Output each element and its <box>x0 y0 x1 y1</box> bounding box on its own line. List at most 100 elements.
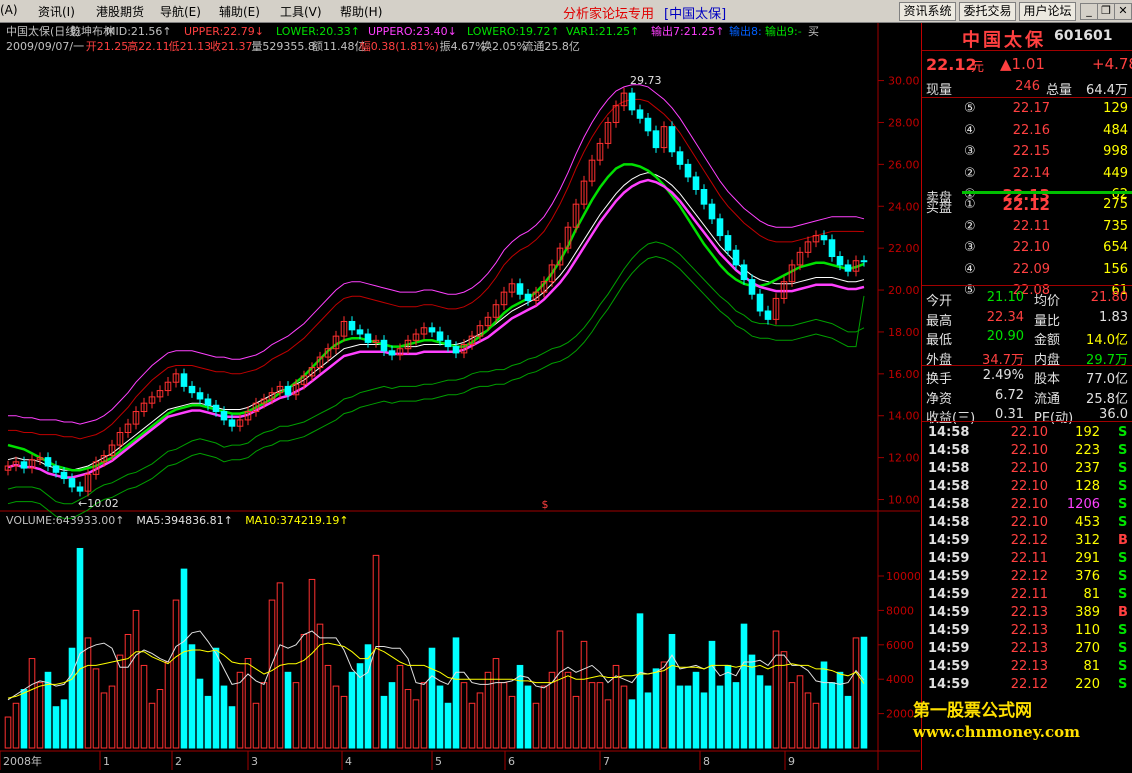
volume-bar <box>732 682 740 749</box>
user-forum-button[interactable]: 用户论坛 <box>1019 2 1076 21</box>
ask-row: ② 22.14 449 <box>922 165 1132 183</box>
price-change-pct: +4.78 <box>1092 55 1132 73</box>
price-tick-label: 30.00 <box>888 75 920 88</box>
candle-body <box>748 279 756 295</box>
candle-body <box>68 478 76 488</box>
candle-body <box>444 339 452 348</box>
info-system-button[interactable]: 资讯系统 <box>899 2 956 21</box>
stat-row: 外盘 34.7万 内盘 29.7万 <box>922 348 1132 368</box>
volume-bar <box>380 695 388 749</box>
tick-row: 14:59 22.13 81 S <box>922 658 1132 676</box>
volume-bar <box>228 706 236 749</box>
trade-button[interactable]: 委托交易 <box>959 2 1016 21</box>
volume-bar <box>116 654 124 749</box>
tick-row: 14:58 22.10 128 S <box>922 478 1132 496</box>
bid-volume: 654 <box>1103 240 1128 256</box>
signal-marker: $ <box>542 498 549 511</box>
stock-name: 中国太保 <box>962 30 1046 51</box>
panel-divider <box>922 421 1132 422</box>
tick-price: 22.11 <box>1010 587 1048 602</box>
menu-item-news[interactable]: 资讯(I) <box>38 3 75 20</box>
volume-bar <box>76 547 84 749</box>
menu-item-a[interactable]: (A) <box>0 3 18 17</box>
ask-volume: 129 <box>1103 101 1128 116</box>
menu-item-tools[interactable]: 工具(V) <box>280 3 322 20</box>
volume-bar <box>308 578 316 749</box>
menu-bar: (A) 资讯(I) 港股期货 导航(E) 辅助(E) 工具(V) 帮助(H) 分… <box>0 0 1132 23</box>
tick-volume: 81 <box>1083 659 1100 674</box>
volume-bar <box>660 661 668 749</box>
volume-bar <box>364 644 372 749</box>
candle-body <box>628 92 636 111</box>
stat-value: 20.90 <box>986 329 1024 344</box>
bid-ask-divider <box>962 191 1132 194</box>
volume-bar <box>220 685 228 749</box>
volume-bar <box>468 702 476 749</box>
stat-label: 换手 <box>926 372 953 387</box>
last-price-row: 22.12元 ▲1.01 +4.78 <box>922 55 1132 75</box>
tick-row: 14:59 22.12 312 B <box>922 532 1132 550</box>
volume-bar <box>524 685 532 749</box>
price-tick-label: 20.00 <box>888 284 920 297</box>
restore-icon[interactable]: ❐ <box>1097 3 1115 20</box>
tick-price: 22.10 <box>1010 479 1048 494</box>
bid-price: 22.12 <box>1002 196 1050 214</box>
tick-row: 14:58 22.10 453 S <box>922 514 1132 532</box>
candle-body <box>188 385 196 394</box>
volume-bar <box>716 685 724 749</box>
candle-body <box>452 346 460 354</box>
volume-bar <box>708 640 716 749</box>
candle-body <box>668 126 676 153</box>
tick-price: 22.12 <box>1010 569 1048 584</box>
volume-bar <box>420 682 428 749</box>
tick-flag: S <box>1118 551 1128 566</box>
minimize-icon[interactable]: _ <box>1080 3 1098 20</box>
indicator-header-11: 买 <box>808 25 819 38</box>
tick-flag: S <box>1118 515 1128 530</box>
tick-volume: 223 <box>1075 443 1100 458</box>
menu-item-help[interactable]: 帮助(H) <box>340 3 382 20</box>
menu-item-hk-futures[interactable]: 港股期货 <box>96 3 144 20</box>
quote-header-3: 低21.13 <box>169 40 212 53</box>
kline-chart-area[interactable]: 中国太保(日线) 乾坤布林 MID:21.56↑ UPPER:22.79↓ LOWER:… <box>0 23 921 770</box>
volume-bar <box>348 671 356 749</box>
stat-value: 77.0亿 <box>1086 372 1128 387</box>
stat-value: 25.8亿 <box>1086 391 1128 407</box>
volume-bar <box>100 692 108 749</box>
volume-bar <box>580 640 588 749</box>
ask-price: 22.15 <box>1012 144 1050 160</box>
price-tick-label: 22.00 <box>888 242 920 255</box>
tick-volume: 81 <box>1083 587 1100 602</box>
quote-header-2: 高22.11 <box>127 39 170 53</box>
quote-header-0: 2009/09/07/一 <box>6 40 84 53</box>
date-tick-label: 8 <box>703 755 710 768</box>
tick-volume: 291 <box>1075 551 1100 566</box>
stat-row: 最低 20.90 金额 14.0亿 <box>922 328 1132 348</box>
indicator-line-lower <box>7 241 865 505</box>
stat-label: 最低 <box>926 333 953 348</box>
ask-level: ⑤ <box>964 101 976 116</box>
candle-body <box>60 471 68 480</box>
volume-bar <box>68 647 76 749</box>
menu-item-navigate[interactable]: 导航(E) <box>160 3 201 20</box>
volume-bar <box>828 682 836 749</box>
volume-bar <box>292 682 300 749</box>
quote-header-6: 额11.48亿 <box>312 40 366 53</box>
candle-body <box>524 293 532 302</box>
indicator-header-9: 输出8: <box>729 24 762 38</box>
date-tick-label: 3 <box>251 755 258 768</box>
stat-row: 今开 21.10 均价 21.80 <box>922 289 1132 309</box>
volume-bar <box>436 685 444 749</box>
price-tick-label: 14.00 <box>888 410 920 423</box>
volume-bar <box>844 695 852 749</box>
volume-bar <box>212 647 220 749</box>
stat-value: 6.72 <box>995 387 1024 403</box>
indicator-header-10: 输出9:- <box>765 24 802 38</box>
quote-header-10: 流通25.8亿 <box>522 39 580 53</box>
volume-bar <box>332 685 340 749</box>
tick-row: 14:58 22.10 1206 S <box>922 496 1132 514</box>
close-icon[interactable]: ✕ <box>1114 3 1132 20</box>
menu-item-assist[interactable]: 辅助(E) <box>219 3 260 20</box>
volume-bar <box>236 671 244 749</box>
volume-bar <box>12 702 20 749</box>
